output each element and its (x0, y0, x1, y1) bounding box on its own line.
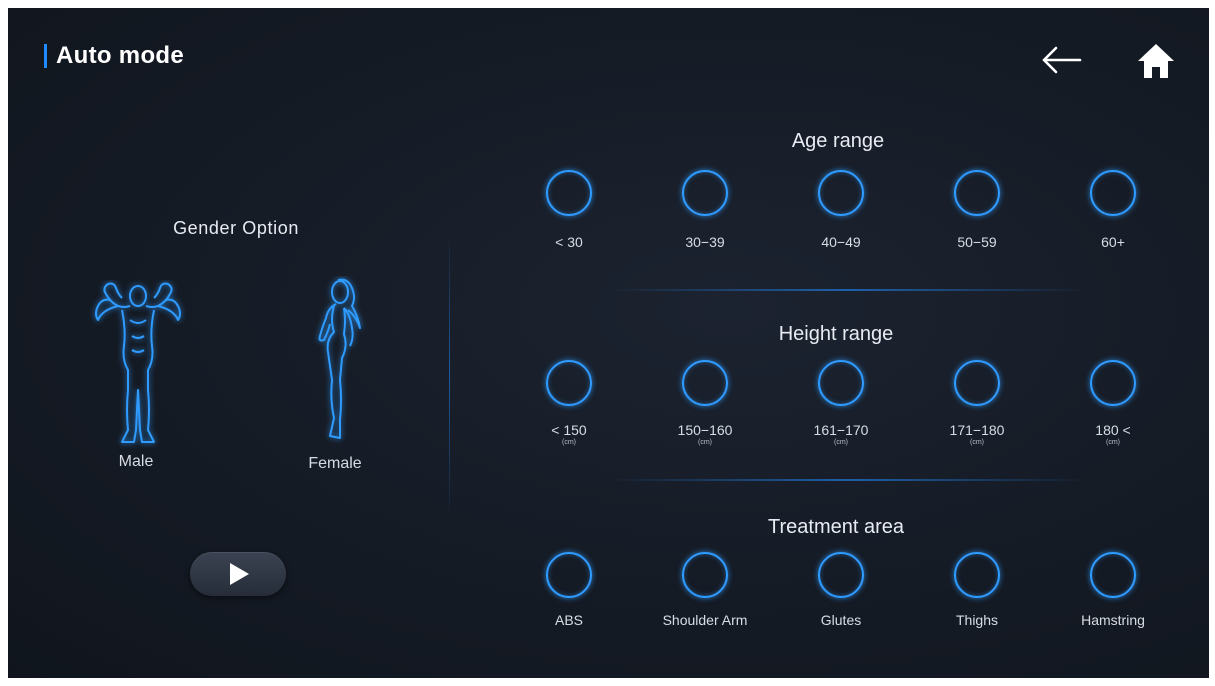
radio-ring[interactable] (546, 170, 592, 216)
male-label: Male (118, 453, 154, 470)
page-title: Auto mode (56, 42, 185, 69)
title-accent-bar (44, 44, 47, 68)
option-unit: (cm) (834, 439, 848, 446)
radio-ring[interactable] (1090, 552, 1136, 598)
height-option-171-180[interactable]: 171−180 (cm) (907, 360, 1047, 446)
height-range-title: Height range (778, 323, 894, 345)
option-label: ABS (554, 612, 583, 628)
option-unit: (cm) (1106, 439, 1120, 446)
horizontal-divider (608, 479, 1088, 481)
radio-ring[interactable] (954, 552, 1000, 598)
back-button[interactable] (1040, 44, 1084, 76)
auto-mode-screen: Auto mode Gender Option Male Female Age … (8, 8, 1209, 678)
option-label: 40−49 (821, 234, 861, 250)
radio-ring[interactable] (1090, 170, 1136, 216)
gender-option-title: Gender Option (173, 218, 299, 238)
height-option-161-170[interactable]: 161−170 (cm) (771, 360, 911, 446)
age-option-60-plus[interactable]: 60+ (1043, 170, 1183, 250)
age-range-title: Age range (791, 130, 885, 152)
radio-ring[interactable] (818, 552, 864, 598)
option-label: < 150 (551, 422, 587, 438)
option-label: 180 < (1095, 422, 1131, 438)
age-option-50-59[interactable]: 50−59 (907, 170, 1047, 250)
radio-ring[interactable] (682, 360, 728, 406)
treatment-area-title: Treatment area (768, 516, 904, 538)
treatment-option-abs[interactable]: ABS (499, 552, 639, 628)
radio-ring[interactable] (954, 170, 1000, 216)
option-label: 30−39 (685, 234, 725, 250)
treatment-option-hamstring[interactable]: Hamstring (1043, 552, 1183, 628)
radio-ring[interactable] (682, 552, 728, 598)
male-option[interactable] (88, 280, 188, 450)
option-unit: (cm) (970, 439, 984, 446)
age-option-30-39[interactable]: 30−39 (635, 170, 775, 250)
option-label: Hamstring (1081, 612, 1145, 628)
treatment-option-shoulder-arm[interactable]: Shoulder Arm (635, 552, 775, 628)
play-icon (230, 563, 249, 585)
horizontal-divider (608, 289, 1088, 291)
radio-ring[interactable] (818, 170, 864, 216)
radio-ring[interactable] (546, 360, 592, 406)
vertical-divider (449, 230, 450, 520)
female-option[interactable] (300, 276, 370, 446)
option-label: Shoulder Arm (662, 612, 748, 628)
option-unit: (cm) (698, 439, 712, 446)
home-button[interactable] (1136, 42, 1176, 80)
option-label: 161−170 (813, 422, 869, 438)
home-icon (1138, 44, 1174, 78)
arrow-left-icon (1042, 46, 1082, 74)
female-body-icon (318, 278, 361, 439)
radio-ring[interactable] (818, 360, 864, 406)
play-button[interactable] (190, 552, 286, 596)
option-label: < 30 (555, 234, 583, 250)
treatment-option-thighs[interactable]: Thighs (907, 552, 1047, 628)
age-option-40-49[interactable]: 40−49 (771, 170, 911, 250)
option-label: 50−59 (957, 234, 997, 250)
option-label: 60+ (1101, 234, 1125, 250)
height-option-150-160[interactable]: 150−160 (cm) (635, 360, 775, 446)
treatment-option-glutes[interactable]: Glutes (771, 552, 911, 628)
height-option-under-150[interactable]: < 150 (cm) (499, 360, 639, 446)
radio-ring[interactable] (1090, 360, 1136, 406)
female-label: Female (308, 455, 362, 472)
radio-ring[interactable] (682, 170, 728, 216)
male-body-icon (95, 282, 181, 443)
option-label: Glutes (820, 612, 862, 628)
option-unit: (cm) (562, 439, 576, 446)
option-label: 150−160 (677, 422, 733, 438)
radio-ring[interactable] (546, 552, 592, 598)
option-label: Thighs (955, 612, 999, 628)
radio-ring[interactable] (954, 360, 1000, 406)
option-label: 171−180 (949, 422, 1005, 438)
age-option-under-30[interactable]: < 30 (499, 170, 639, 250)
height-option-over-180[interactable]: 180 < (cm) (1043, 360, 1183, 446)
